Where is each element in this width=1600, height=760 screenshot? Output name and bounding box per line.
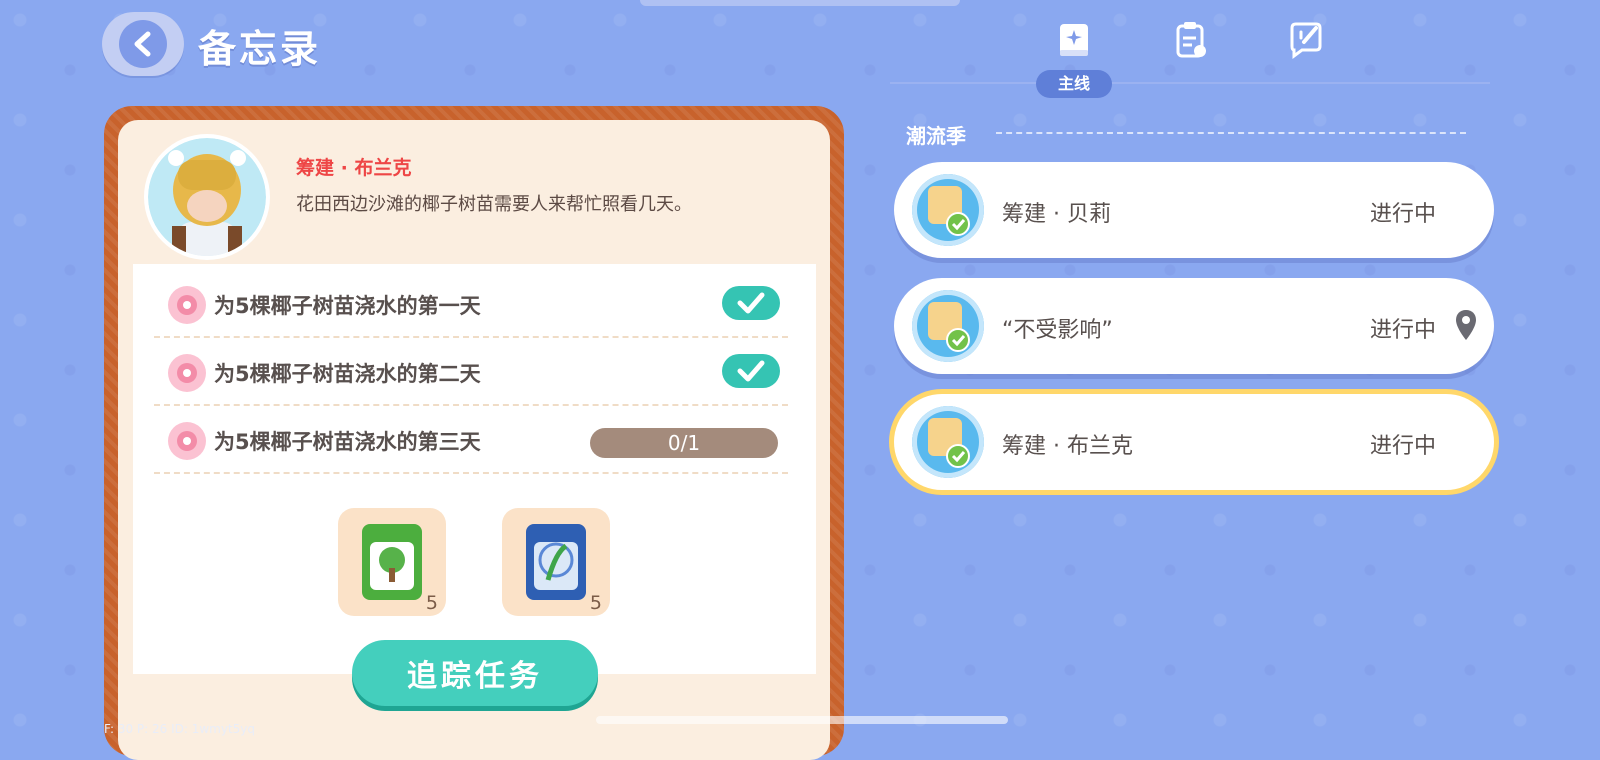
quest-note-icon bbox=[912, 290, 984, 362]
checkmark-icon bbox=[722, 286, 780, 320]
quest-list-item-selected[interactable]: 筹建 · 布兰克 进行中 bbox=[894, 394, 1494, 490]
task-progress-bar: 0/1 bbox=[590, 428, 778, 458]
quest-note-icon bbox=[912, 406, 984, 478]
checkmark-icon bbox=[722, 354, 780, 388]
home-indicator-bar[interactable] bbox=[596, 716, 1008, 724]
flower-badge-icon bbox=[168, 286, 206, 324]
main-quest-book-icon[interactable] bbox=[1052, 18, 1096, 62]
task-text: 为5棵椰子树苗浇水的第一天 bbox=[214, 294, 481, 318]
section-title: 潮流季 bbox=[906, 124, 966, 148]
task-row: 为5棵椰子树苗浇水的第三天 0/1 bbox=[154, 406, 788, 474]
task-text: 为5棵椰子树苗浇水的第三天 bbox=[214, 430, 481, 454]
debug-overlay-text: F: 30 P: 26 ID: 1wmyt5yq bbox=[104, 722, 256, 736]
flower-badge-icon bbox=[168, 354, 206, 392]
task-row: 为5棵椰子树苗浇水的第一天 bbox=[154, 270, 788, 338]
tab-label-active[interactable]: 主线 bbox=[1036, 70, 1112, 98]
page-title: 备忘录 bbox=[198, 27, 322, 71]
task-row: 为5棵椰子树苗浇水的第二天 bbox=[154, 338, 788, 406]
clipboard-icon[interactable] bbox=[1168, 18, 1212, 62]
quest-name: “不受影响” bbox=[1002, 318, 1113, 343]
chevron-left-icon bbox=[119, 20, 167, 68]
quest-note-icon bbox=[912, 174, 984, 246]
note-edit-icon[interactable] bbox=[1284, 18, 1328, 62]
quest-status: 进行中 bbox=[1370, 434, 1437, 459]
quest-description: 花田西边沙滩的椰子树苗需要人来帮忙照看几天。 bbox=[296, 194, 692, 215]
section-divider bbox=[996, 132, 1466, 134]
npc-name: 筹建 · 布兰克 bbox=[296, 157, 412, 179]
quest-list-item[interactable]: 筹建 · 贝莉 进行中 bbox=[894, 162, 1494, 258]
npc-avatar bbox=[148, 138, 266, 256]
location-pin-icon[interactable] bbox=[1454, 308, 1478, 346]
quest-status: 进行中 bbox=[1370, 318, 1437, 343]
tab-divider bbox=[890, 82, 1490, 84]
back-button[interactable] bbox=[102, 12, 184, 76]
flower-badge-icon bbox=[168, 422, 206, 460]
task-text: 为5棵椰子树苗浇水的第二天 bbox=[214, 362, 481, 386]
quest-status: 进行中 bbox=[1370, 202, 1437, 227]
quest-name: 筹建 · 贝莉 bbox=[1002, 202, 1111, 227]
quest-name: 筹建 · 布兰克 bbox=[1002, 434, 1133, 459]
reward-item[interactable]: 5 bbox=[502, 508, 610, 616]
quest-list-item[interactable]: “不受影响” 进行中 bbox=[894, 278, 1494, 374]
track-quest-button[interactable]: 追踪任务 bbox=[352, 640, 598, 706]
reward-count: 5 bbox=[589, 592, 602, 614]
reward-count: 5 bbox=[425, 592, 438, 614]
top-drag-handle[interactable] bbox=[640, 0, 960, 6]
reward-item[interactable]: 5 bbox=[338, 508, 446, 616]
